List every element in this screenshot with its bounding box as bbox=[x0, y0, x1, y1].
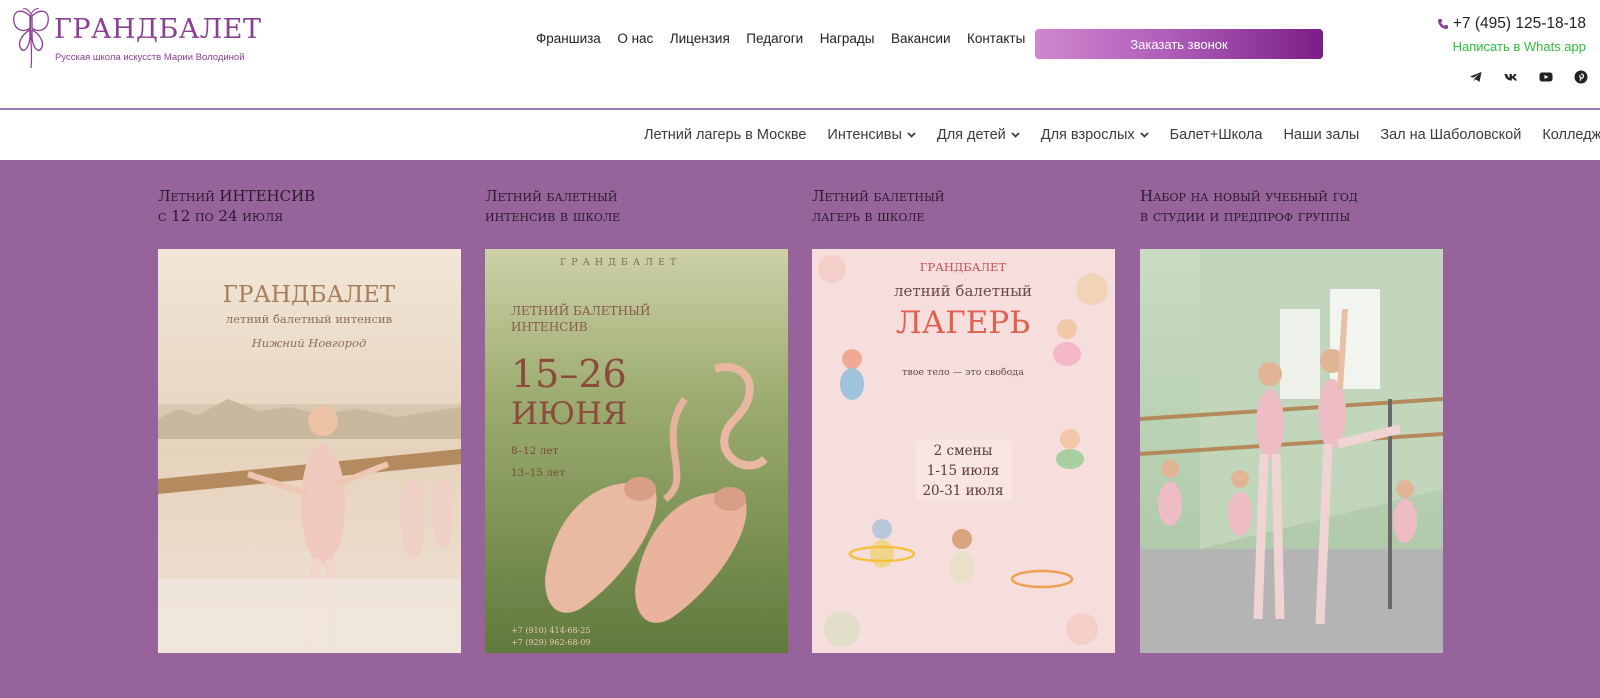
poster-line1: летний балетный bbox=[894, 282, 1032, 300]
logo-subtitle: Русская школа искусств Марии Володиной bbox=[55, 52, 245, 63]
top-navigation: Франшиза О нас Лицензия Педагоги Награды… bbox=[536, 31, 1042, 46]
poster-brand: ГРАНДБАЛЕТ bbox=[920, 260, 1007, 274]
nav-teachers[interactable]: Педагоги bbox=[746, 31, 803, 46]
logo-title: ГРАНДБАЛЕТ bbox=[54, 14, 262, 45]
poster-shift2: 20-31 июля bbox=[922, 483, 1003, 499]
social-links bbox=[1469, 70, 1588, 84]
subnav-label: Зал на Шаболовской bbox=[1380, 127, 1522, 143]
card-title-line2: с 12 по 24 июля bbox=[158, 207, 284, 225]
subnav-for-adults[interactable]: Для взрослых bbox=[1041, 127, 1149, 143]
subnav-label: Колледж bbox=[1542, 127, 1600, 143]
subnav-college[interactable]: Колледж bbox=[1542, 127, 1600, 143]
poster-shift1: 1-15 июля bbox=[927, 463, 999, 479]
poster-big: ЛАГЕРЬ bbox=[896, 305, 1030, 341]
poster-phone1: +7 (910) 414-68-25 bbox=[511, 626, 590, 635]
phone-icon bbox=[1437, 19, 1448, 29]
card-title-line2: интенсив в школе bbox=[485, 207, 621, 225]
chevron-down-icon bbox=[907, 132, 916, 138]
nav-awards[interactable]: Награды bbox=[820, 31, 875, 46]
card-title: Летний балетный интенсив в школе bbox=[485, 186, 788, 248]
pinterest-icon[interactable] bbox=[1574, 70, 1588, 84]
program-card-intensive-nn[interactable]: Летний ИНТЕНСИВ с 12 по 24 июля ГРАНДБАЛ… bbox=[158, 186, 461, 653]
phone-link[interactable]: +7 (495) 125-18-18 bbox=[1437, 15, 1586, 33]
logo[interactable]: ГРАНДБАЛЕТ Русская школа искусств Марии … bbox=[10, 6, 261, 70]
nav-vacancies[interactable]: Вакансии bbox=[891, 31, 951, 46]
youtube-icon[interactable] bbox=[1539, 70, 1553, 84]
subnav-label: Интенсивы bbox=[827, 127, 902, 143]
card-title-line1: Набор на новый учебный год bbox=[1140, 187, 1358, 205]
whatsapp-link[interactable]: Написать в Whats app bbox=[1453, 39, 1586, 54]
card-title: Летний балетный лагерь в школе bbox=[812, 186, 1115, 248]
nav-about[interactable]: О нас bbox=[617, 31, 653, 46]
card-title-line1: Летний балетный bbox=[812, 187, 945, 205]
subnav-label: Летний лагерь в Москве bbox=[644, 127, 807, 143]
subnav-label: Наши залы bbox=[1283, 127, 1360, 143]
poster-dates: 15–26 bbox=[511, 352, 627, 396]
program-card-enrollment[interactable]: Набор на новый учебный год в студии и пр… bbox=[1140, 186, 1443, 653]
site-header: ГРАНДБАЛЕТ Русская школа искусств Марии … bbox=[0, 0, 1600, 110]
program-card-ballet-camp[interactable]: Летний балетный лагерь в школе ГРАНДБАЛЕ… bbox=[812, 186, 1115, 653]
card-title-line2: в студии и предпроф группы bbox=[1140, 207, 1351, 225]
card-title: Летний ИНТЕНСИВ с 12 по 24 июля bbox=[158, 186, 461, 248]
program-card-ballet-intensive[interactable]: Летний балетный интенсив в школе ГРАНДБА… bbox=[485, 186, 788, 653]
poster-intensive-nizhny-novgorod[interactable]: ГРАНДБАЛЕТ летний балетный интенсив Нижн… bbox=[158, 249, 461, 653]
subnav-label: Для детей bbox=[936, 127, 1006, 143]
subnav-intensives[interactable]: Интенсивы bbox=[827, 127, 916, 143]
vk-icon[interactable] bbox=[1504, 70, 1518, 84]
poster-line2: ИНТЕНСИВ bbox=[511, 320, 588, 334]
poster-age2: 13–15 лет bbox=[511, 467, 565, 479]
telegram-icon[interactable] bbox=[1469, 70, 1483, 84]
card-title-line1: Летний балетный bbox=[485, 187, 618, 205]
subnav-shabolovskaya-hall[interactable]: Зал на Шаболовской bbox=[1380, 127, 1521, 143]
phone-number: +7 (495) 125-18-18 bbox=[1452, 15, 1586, 32]
nav-contacts[interactable]: Контакты bbox=[967, 31, 1025, 46]
poster-tagline: твое тело — это свобода bbox=[902, 367, 1024, 378]
poster-shifts: 2 смены bbox=[934, 443, 993, 459]
photo-ballet-studio[interactable] bbox=[1140, 249, 1443, 653]
nav-franchise[interactable]: Франшиза bbox=[536, 31, 601, 46]
card-title-line2: лагерь в школе bbox=[812, 207, 925, 225]
subnav-for-kids[interactable]: Для детей bbox=[937, 127, 1020, 143]
butterfly-logo-icon bbox=[13, 8, 49, 69]
card-title-line1: Летний ИНТЕНСИВ bbox=[158, 187, 316, 205]
nav-license[interactable]: Лицензия bbox=[670, 31, 730, 46]
poster-month: ИЮНЯ bbox=[511, 396, 627, 432]
poster-intensive-june[interactable]: ГРАНДБАЛЕТ ЛЕТНИЙ БАЛЕТНЫЙ ИНТЕНСИВ 15–2… bbox=[485, 249, 788, 653]
programs-section: Летний ИНТЕНСИВ с 12 по 24 июля ГРАНДБАЛ… bbox=[0, 160, 1600, 698]
order-call-button[interactable]: Заказать звонок bbox=[1035, 29, 1323, 59]
poster-line1: летний балетный интенсив bbox=[226, 312, 392, 326]
poster-phone2: +7 (929) 962-68-09 bbox=[511, 638, 590, 647]
poster-age1: 8–12 лет bbox=[511, 445, 559, 457]
subnav-label: Для взрослых bbox=[1040, 127, 1135, 143]
poster-brand: ГРАНДБАЛЕТ bbox=[560, 257, 681, 268]
subnav-label: Балет+Школа bbox=[1169, 127, 1263, 143]
poster-brand: ГРАНДБАЛЕТ bbox=[223, 282, 396, 308]
card-title: Набор на новый учебный год в студии и пр… bbox=[1140, 186, 1443, 248]
subnav-summer-camp-moscow[interactable]: Летний лагерь в Москве bbox=[644, 127, 806, 143]
secondary-navigation: Летний лагерь в Москве Интенсивы Для дет… bbox=[0, 112, 1600, 160]
subnav-our-halls[interactable]: Наши залы bbox=[1283, 127, 1359, 143]
chevron-down-icon bbox=[1139, 132, 1149, 138]
subnav-ballet-school[interactable]: Балет+Школа bbox=[1170, 127, 1263, 143]
chevron-down-icon bbox=[1011, 132, 1020, 138]
poster-line1: ЛЕТНИЙ БАЛЕТНЫЙ bbox=[511, 302, 650, 318]
poster-summer-camp[interactable]: ГРАНДБАЛЕТ летний балетный ЛАГЕРЬ твое т… bbox=[812, 249, 1115, 653]
poster-line2: Нижний Новгород bbox=[251, 336, 367, 350]
